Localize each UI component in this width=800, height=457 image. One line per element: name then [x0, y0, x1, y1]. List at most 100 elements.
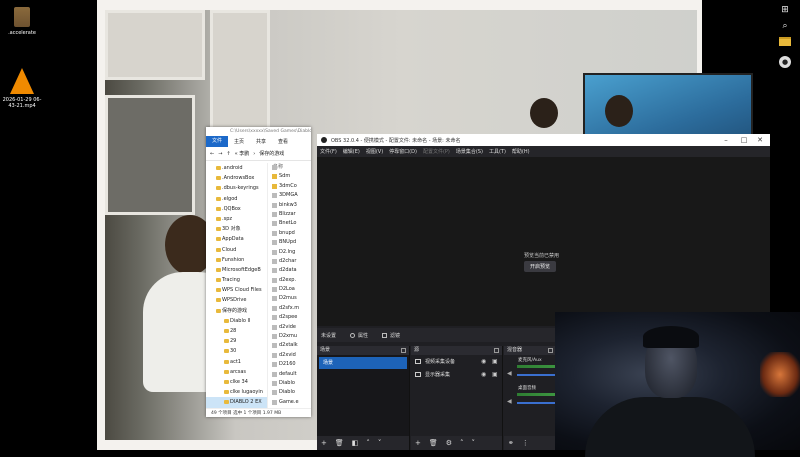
nav-item[interactable]: 3D 对象	[206, 224, 267, 234]
enable-preview-button[interactable]: 开启预览	[524, 261, 557, 272]
desktop-icon-accelerate[interactable]: .accelerate	[2, 7, 42, 36]
file-item[interactable]: bnupd	[269, 229, 311, 238]
address-bar[interactable]: ← → ↑ « 李鹏 › 保存的游戏	[206, 147, 311, 161]
file-item[interactable]: Blizzar	[269, 210, 311, 219]
link-icon[interactable]: ⚭	[508, 439, 514, 447]
nav-item[interactable]: clke 34	[206, 377, 267, 387]
menu-icon[interactable]: ⋮	[522, 439, 529, 447]
filter-icon[interactable]: ◧	[352, 439, 359, 447]
nav-item[interactable]: Funshion	[206, 255, 267, 265]
menu-item[interactable]: 帮助(H)	[512, 148, 530, 155]
add-icon[interactable]: +	[415, 439, 421, 447]
breadcrumb-part[interactable]: 保存的游戏	[259, 150, 284, 157]
nav-item[interactable]: clke lugaoyin	[206, 387, 267, 397]
nav-item[interactable]: act1	[206, 357, 267, 367]
menu-item[interactable]: 视图(V)	[366, 148, 383, 155]
move-up-icon[interactable]: ˄	[366, 439, 370, 447]
file-item[interactable]: D2xmu	[269, 332, 311, 341]
nav-item[interactable]: DIABLO 2 EX	[206, 397, 267, 408]
minimize-icon[interactable]: –	[718, 134, 734, 146]
nav-item[interactable]: Cloud	[206, 245, 267, 255]
nav-item[interactable]: 28	[206, 326, 267, 336]
file-item[interactable]: d2sfx.m	[269, 304, 311, 313]
maximize-icon[interactable]: □	[736, 134, 752, 146]
nav-item[interactable]: WPS Cloud Files	[206, 285, 267, 295]
nav-item[interactable]: arcsas	[206, 367, 267, 377]
file-item[interactable]: BNUpd	[269, 238, 311, 247]
ribbon-tab-view[interactable]: 查看	[272, 138, 294, 145]
nav-item[interactable]: .android	[206, 163, 267, 173]
search-icon[interactable]: ⌕	[779, 20, 791, 32]
back-icon[interactable]: ←	[210, 151, 214, 157]
eye-icon[interactable]: ◉	[481, 372, 487, 378]
nav-item[interactable]: .AndrowsBox	[206, 173, 267, 183]
speaker-icon[interactable]: ◀	[507, 399, 513, 405]
obs-preview[interactable]: 预览当前已禁用 开启预览	[317, 157, 770, 326]
breadcrumb-part[interactable]: « 李鹏	[235, 150, 250, 157]
menu-item[interactable]: 配置文件(P)	[423, 148, 450, 155]
nav-item[interactable]: MicrosoftEdgeB	[206, 265, 267, 275]
menu-item[interactable]: 停靠窗口(D)	[389, 148, 417, 155]
lock-icon[interactable]: ▣	[492, 372, 498, 378]
nav-item[interactable]: 保存的游戏	[206, 306, 267, 316]
undock-icon[interactable]	[548, 348, 553, 353]
menu-item[interactable]: 工具(T)	[489, 148, 506, 155]
file-explorer-icon[interactable]	[779, 37, 791, 46]
move-up-icon[interactable]: ˄	[460, 439, 464, 447]
ribbon-tab-share[interactable]: 共享	[250, 138, 272, 145]
gear-icon[interactable]: ⚙	[446, 439, 452, 447]
ribbon-tab-file[interactable]: 文件	[206, 136, 229, 147]
file-item[interactable]: d2xvid	[269, 351, 311, 360]
trash-icon[interactable]: 🗑	[335, 439, 344, 447]
ribbon-tab-home[interactable]: 主页	[228, 138, 250, 145]
forward-icon[interactable]: →	[218, 151, 222, 157]
nav-item[interactable]: 30	[206, 346, 267, 356]
file-item[interactable]: d2data	[269, 266, 311, 275]
filters-button[interactable]: 滤镜	[382, 332, 400, 339]
windows-icon[interactable]: ⊞	[779, 4, 791, 16]
menu-item[interactable]: 文件(F)	[320, 148, 337, 155]
move-down-icon[interactable]: ˅	[378, 439, 382, 447]
file-item[interactable]: D2.lng	[269, 248, 311, 257]
column-header-name[interactable]: 名称	[269, 163, 311, 172]
file-item[interactable]: binkw3	[269, 201, 311, 210]
nav-item[interactable]: .dbus-keyrings	[206, 183, 267, 193]
file-item[interactable]: d2xtalk	[269, 341, 311, 350]
file-item[interactable]: Diablo	[269, 388, 311, 397]
add-icon[interactable]: +	[321, 439, 327, 447]
file-explorer-window[interactable]: C:\Users\xxxxx\Saved Games\Diablo II\DIA…	[206, 127, 311, 417]
file-item[interactable]: d2spee	[269, 313, 311, 322]
source-item-display-capture[interactable]: 显示器采集 ◉ ▣	[411, 369, 502, 381]
file-item[interactable]: D2160	[269, 360, 311, 369]
move-down-icon[interactable]: ˅	[472, 439, 476, 447]
trash-icon[interactable]: 🗑	[429, 439, 438, 447]
close-icon[interactable]: ✕	[752, 134, 768, 146]
file-item[interactable]: Game.e	[269, 398, 311, 407]
nav-item[interactable]: .QQBox	[206, 204, 267, 214]
menu-item[interactable]: 编辑(E)	[343, 148, 360, 155]
speaker-icon[interactable]: ◀	[507, 371, 513, 377]
obs-icon[interactable]: ●	[779, 56, 791, 68]
file-item[interactable]: 3DMGA	[269, 191, 311, 200]
undock-icon[interactable]	[401, 348, 406, 353]
nav-item[interactable]: Tracing	[206, 275, 267, 285]
menu-item[interactable]: 场景集合(S)	[456, 148, 483, 155]
source-item-video-capture[interactable]: 视频采集设备 ◉ ▣	[411, 356, 502, 368]
nav-item[interactable]: .spz	[206, 214, 267, 224]
file-item[interactable]: D2mus	[269, 294, 311, 303]
nav-item[interactable]: Diablo II	[206, 316, 267, 326]
file-item[interactable]: d2exp.	[269, 276, 311, 285]
nav-item[interactable]: 29	[206, 336, 267, 346]
eye-icon[interactable]: ◉	[481, 359, 487, 365]
file-item[interactable]: 3dmCo	[269, 182, 311, 191]
file-item[interactable]: d2char	[269, 257, 311, 266]
scene-item[interactable]: 场景	[319, 357, 407, 369]
undock-icon[interactable]	[494, 348, 499, 353]
file-item[interactable]: d2vide	[269, 323, 311, 332]
nav-item[interactable]: .elgod	[206, 194, 267, 204]
file-item[interactable]: Diablo	[269, 379, 311, 388]
nav-item[interactable]: AppData	[206, 234, 267, 244]
properties-button[interactable]: 属性	[350, 332, 368, 339]
file-item[interactable]: BnetLo	[269, 219, 311, 228]
up-icon[interactable]: ↑	[226, 151, 230, 157]
